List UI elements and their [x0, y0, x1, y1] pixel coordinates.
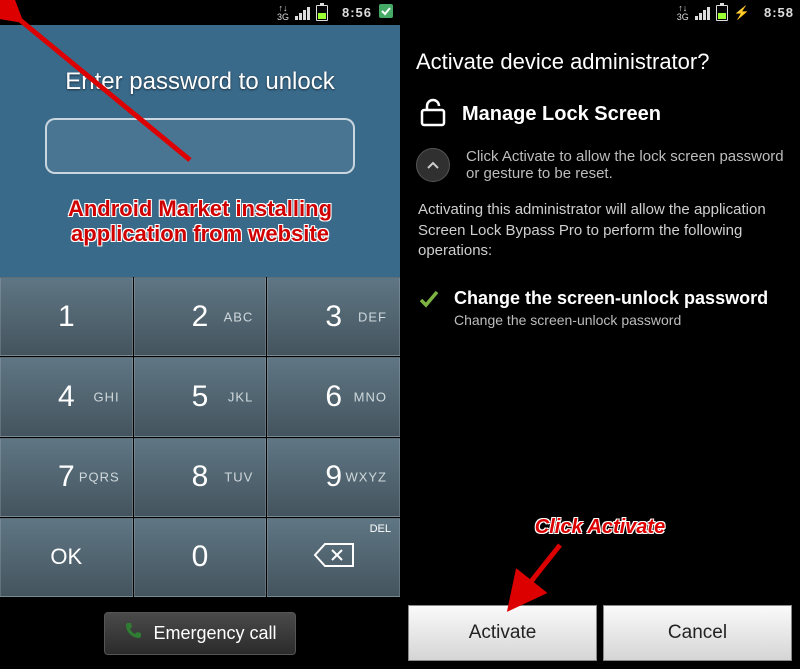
key-0[interactable]: 0 — [134, 518, 267, 597]
status-bar-right: ↑↓3G ⚡ 8:58 — [400, 0, 800, 25]
key-4[interactable]: 4GHI — [0, 357, 133, 436]
key-8[interactable]: 8TUV — [134, 438, 267, 517]
clock: 8:58 — [764, 5, 794, 20]
app-name: Manage Lock Screen — [462, 103, 661, 126]
device-admin-screen: ↑↓3G ⚡ 8:58 Activate device administrato… — [400, 0, 800, 669]
admin-description-row: Click Activate to allow the lock screen … — [400, 142, 800, 192]
annotation-market-install: Android Market installing application fr… — [0, 196, 400, 247]
emergency-call-button[interactable]: Emergency call — [104, 612, 295, 655]
checkbox-icon — [378, 3, 394, 22]
admin-description: Click Activate to allow the lock screen … — [466, 148, 784, 182]
clock: 8:56 — [342, 5, 372, 20]
emergency-label: Emergency call — [153, 623, 276, 644]
app-header-row: Manage Lock Screen — [400, 87, 800, 142]
key-5[interactable]: 5JKL — [134, 357, 267, 436]
key-ok[interactable]: OK — [0, 518, 133, 597]
battery-icon — [316, 5, 328, 21]
key-1[interactable]: 1 — [0, 277, 133, 356]
del-label: DEL — [370, 523, 391, 535]
charging-icon: ⚡ — [734, 5, 750, 21]
network-3g-icon: ↑↓3G — [277, 4, 289, 22]
status-bar-left: ↑↓3G 8:56 — [0, 0, 400, 25]
numeric-keypad: 1 2ABC 3DEF 4GHI 5JKL 6MNO 7PQRS 8TUV 9W… — [0, 277, 400, 597]
checkmark-icon — [418, 288, 440, 328]
lock-open-icon — [416, 95, 450, 134]
admin-title: Activate device administrator? — [400, 25, 800, 87]
network-3g-icon: ↑↓3G — [677, 4, 689, 22]
key-delete[interactable]: DEL — [267, 518, 400, 597]
signal-bars-icon — [695, 6, 710, 20]
emergency-bar: Emergency call — [0, 597, 400, 669]
permission-subtitle: Change the screen-unlock password — [454, 312, 768, 328]
annotation-click-activate: Click Activate — [400, 516, 800, 539]
key-9[interactable]: 9WXYZ — [267, 438, 400, 517]
admin-button-bar: Activate Cancel — [400, 597, 800, 669]
cancel-button[interactable]: Cancel — [603, 605, 792, 661]
permission-row: Change the screen-unlock password Change… — [400, 270, 800, 346]
permission-title: Change the screen-unlock password — [454, 288, 768, 309]
lock-title: Enter password to unlock — [0, 68, 400, 96]
lock-screen: ↑↓3G 8:56 Enter password to unlock Andro… — [0, 0, 400, 669]
backspace-icon — [313, 542, 355, 573]
key-6[interactable]: 6MNO — [267, 357, 400, 436]
phone-icon — [123, 621, 143, 646]
battery-icon — [716, 5, 728, 21]
signal-bars-icon — [295, 6, 310, 20]
admin-body-text: Activating this administrator will allow… — [400, 192, 800, 270]
key-2[interactable]: 2ABC — [134, 277, 267, 356]
key-7[interactable]: 7PQRS — [0, 438, 133, 517]
key-3[interactable]: 3DEF — [267, 277, 400, 356]
download-icon — [6, 4, 20, 21]
collapse-up-icon[interactable] — [416, 148, 450, 182]
activate-button[interactable]: Activate — [408, 605, 597, 661]
password-input[interactable] — [45, 118, 355, 174]
